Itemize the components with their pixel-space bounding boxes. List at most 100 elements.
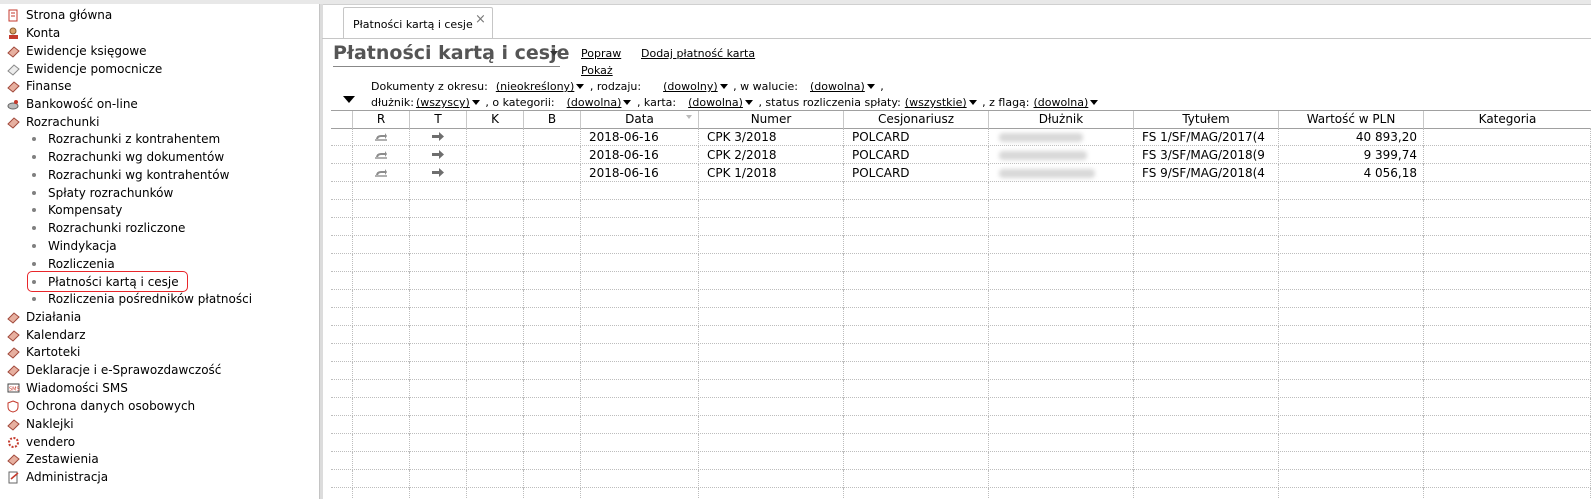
sidebar-item-bankowosc[interactable]: Bankowość on-line	[6, 95, 138, 113]
filter-label: dłużnik:	[371, 96, 414, 109]
table-row[interactable]: 2018-06-16 CPK 1/2018 POLCARD FS 9/SF/MAG/2…	[331, 164, 1591, 182]
filter-okres[interactable]: (nieokreślony)	[496, 80, 575, 93]
sidebar-item-finanse[interactable]: Finanse	[6, 77, 72, 95]
chevron-down-icon[interactable]	[623, 100, 632, 105]
sidebar-item-strona-glowna[interactable]: Strona główna	[6, 6, 112, 24]
filter-karta[interactable]: (dowolna)	[688, 96, 743, 109]
table-cell	[844, 452, 989, 470]
sidebar-item-konta[interactable]: Konta	[6, 24, 60, 42]
table-cell	[524, 254, 581, 272]
header-kategoria[interactable]: Kategoria	[1424, 111, 1591, 128]
sidebar-subitem-rozrachunki-wg-kontrahentow[interactable]: Rozrachunki wg kontrahentów	[28, 166, 229, 184]
chevron-down-icon[interactable]	[576, 84, 585, 89]
bullet-icon	[32, 244, 36, 248]
filter-rodzaj[interactable]: (dowolny)	[663, 80, 718, 93]
chevron-down-icon[interactable]	[744, 100, 753, 105]
table-cell	[844, 380, 989, 398]
filter-status[interactable]: (wszystkie)	[905, 96, 967, 109]
chevron-down-icon[interactable]	[471, 100, 480, 105]
sidebar-subitem-kompensaty[interactable]: Kompensaty	[28, 201, 122, 219]
sidebar-item-administracja[interactable]: Administracja	[6, 468, 108, 486]
sidebar-item-label: vendero	[26, 435, 76, 449]
collapse-filters-icon[interactable]	[343, 96, 355, 103]
sidebar-splitter[interactable]	[319, 4, 323, 499]
chevron-down-icon[interactable]	[550, 51, 558, 56]
sidebar-item-deklaracje[interactable]: Deklaracje i e-Sprawozdawczość	[6, 361, 221, 379]
table-cell	[410, 380, 467, 398]
header-t[interactable]: T	[410, 111, 467, 128]
sidebar-subitem-windykacja[interactable]: Windykacja	[28, 237, 117, 255]
table-cell	[581, 254, 699, 272]
sidebar-item-label: Ewidencje księgowe	[26, 44, 147, 58]
sidebar-item-zestawienia[interactable]: Zestawienia	[6, 450, 99, 468]
filter-flaga[interactable]: (dowolna)	[1034, 96, 1089, 109]
table-row	[331, 308, 1591, 326]
table-cell	[844, 290, 989, 308]
header-k[interactable]: K	[467, 111, 524, 128]
table-cell	[581, 182, 699, 200]
table-cell	[410, 488, 467, 499]
dodaj-platnosc-link[interactable]: Dodaj płatność karta	[641, 47, 755, 60]
table-row	[331, 218, 1591, 236]
table-row[interactable]: 2018-06-16 CPK 2/2018 POLCARD FS 3/SF/MAG/2…	[331, 146, 1591, 164]
header-r[interactable]: R	[353, 111, 410, 128]
filter-kategoria[interactable]: (dowolna)	[567, 96, 622, 109]
home-icon	[6, 8, 20, 22]
arrow-right-icon	[410, 146, 467, 164]
sidebar-item-rozrachunki[interactable]: Rozrachunki	[6, 113, 99, 131]
sidebar-subitem-splaty-rozrachunkow[interactable]: Spłaty rozrachunków	[28, 184, 173, 202]
table-cell	[410, 290, 467, 308]
sidebar-item-vendero[interactable]: vendero	[6, 433, 75, 451]
header-numer[interactable]: Numer	[699, 111, 844, 128]
chevron-down-icon[interactable]	[968, 100, 977, 105]
sidebar-item-kartoteki[interactable]: Kartoteki	[6, 343, 80, 361]
sidebar-item-ewidencje-pomocnicze[interactable]: Ewidencje pomocnicze	[6, 60, 162, 78]
header-wartosc[interactable]: Wartość w PLN	[1279, 111, 1424, 128]
sidebar-item-wiadomosci-sms[interactable]: SMS Wiadomości SMS	[6, 379, 128, 397]
filter-dluznik[interactable]: (wszyscy)	[416, 96, 470, 109]
chevron-down-icon[interactable]	[866, 84, 875, 89]
table-cell	[410, 308, 467, 326]
table-cell	[524, 434, 581, 452]
tab-platnosci-karta-i-cesje[interactable]: Płatności kartą i cesje ×	[343, 7, 493, 39]
table-cell	[353, 326, 410, 344]
calendar-icon	[6, 328, 20, 342]
header-b[interactable]: B	[524, 111, 581, 128]
table-cell	[1134, 344, 1279, 362]
popraw-link[interactable]: Popraw	[581, 47, 621, 60]
header-dluznik[interactable]: Dłużnik	[989, 111, 1134, 128]
sidebar-item-label: Finanse	[26, 79, 72, 93]
table-cell	[353, 416, 410, 434]
table-cell	[410, 218, 467, 236]
cell-dluznik-redacted	[989, 164, 1134, 182]
sidebar-item-kalendarz[interactable]: Kalendarz	[6, 326, 86, 344]
sidebar-subitem-rozrachunki-wg-dokumentow[interactable]: Rozrachunki wg dokumentów	[28, 148, 224, 166]
table-cell	[1134, 362, 1279, 380]
table-cell	[1279, 470, 1424, 488]
header-cesjonariusz[interactable]: Cesjonariusz	[844, 111, 989, 128]
chevron-down-icon[interactable]	[1090, 100, 1099, 105]
sidebar-subitem-platnosci-karta-i-cesje[interactable]: Płatności kartą i cesje	[27, 271, 188, 292]
sidebar-item-naklejki[interactable]: Naklejki	[6, 415, 74, 433]
sidebar-item-dzialania[interactable]: Działania	[6, 308, 81, 326]
table-row	[331, 272, 1591, 290]
page-title[interactable]: Płatności kartą i cesje	[333, 42, 570, 64]
chevron-down-icon[interactable]	[719, 84, 728, 89]
sidebar-subitem-rozrachunki-z-kontrahentem[interactable]: Rozrachunki z kontrahentem	[28, 130, 220, 148]
table-cell	[844, 362, 989, 380]
sidebar-subitem-rozliczenia-posrednikow[interactable]: Rozliczenia pośredników płatności	[28, 290, 252, 308]
sidebar-subitem-rozrachunki-rozliczone[interactable]: Rozrachunki rozliczone	[28, 219, 185, 237]
sidebar-item-ochrona-danych[interactable]: Ochrona danych osobowych	[6, 397, 195, 415]
pokaz-link[interactable]: Pokaż	[581, 64, 613, 77]
close-icon[interactable]: ×	[475, 12, 486, 27]
sidebar-item-ewidencje-ksiegowe[interactable]: Ewidencje księgowe	[6, 42, 147, 60]
sidebar-item-label: Bankowość on-line	[26, 97, 138, 111]
bullet-icon	[32, 173, 36, 177]
header-data[interactable]: Data	[581, 111, 699, 128]
table-cell	[524, 218, 581, 236]
table-cell	[524, 164, 581, 182]
table-row[interactable]: 2018-06-16 CPK 3/2018 POLCARD FS 1/SF/MAG/2…	[331, 128, 1591, 146]
filter-waluta[interactable]: (dowolna)	[810, 80, 865, 93]
table-cell	[581, 344, 699, 362]
header-tytulem[interactable]: Tytułem	[1134, 111, 1279, 128]
